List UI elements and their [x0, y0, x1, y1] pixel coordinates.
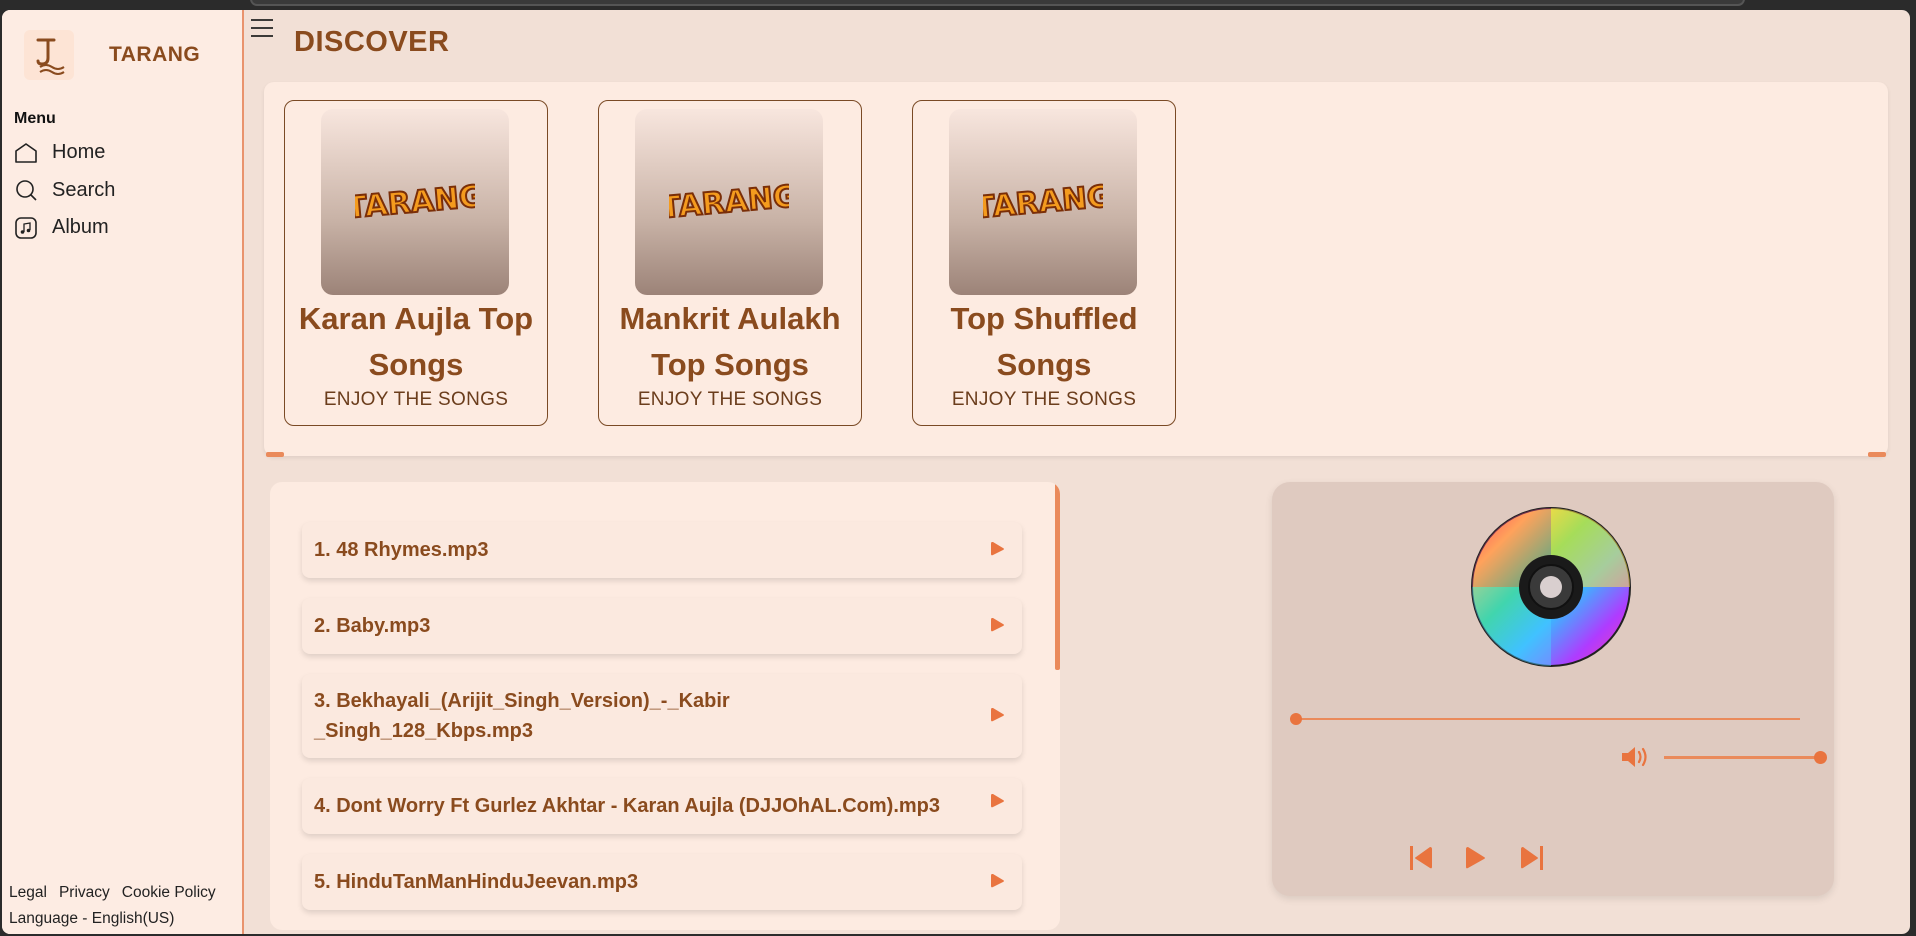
sidebar-item-album[interactable]: Album: [14, 209, 115, 247]
volume-handle[interactable]: [1814, 751, 1827, 764]
horizontal-scrollbar-right[interactable]: [1868, 452, 1886, 457]
song-item[interactable]: 2. Baby.mp3: [302, 598, 1022, 654]
svg-text:TARANG: TARANG: [669, 179, 789, 226]
legal-link[interactable]: Legal: [9, 884, 47, 901]
sidebar-footer: Legal Privacy Cookie Policy Language - Eng…: [9, 880, 228, 932]
svg-text:TARANG: TARANG: [355, 179, 475, 226]
song-item[interactable]: 4. Dont Worry Ft Gurlez Akhtar - Karan A…: [302, 778, 1022, 834]
volume-icon[interactable]: [1620, 744, 1650, 770]
song-list-scrollbar[interactable]: [1055, 482, 1060, 670]
sidebar-item-label: Home: [52, 141, 106, 164]
play-icon[interactable]: [988, 706, 1006, 724]
brand[interactable]: TARANG: [24, 30, 200, 80]
browser-top-strip: [0, 0, 1916, 10]
brand-name: TARANG: [109, 43, 201, 66]
horizontal-scrollbar-left[interactable]: [266, 452, 284, 457]
footer-links: Legal Privacy Cookie Policy: [9, 880, 228, 906]
sidebar-item-search[interactable]: Search: [14, 172, 115, 210]
volume-slider[interactable]: [1664, 756, 1822, 759]
play-icon[interactable]: [988, 616, 1006, 634]
playlist-card-top-shuffled[interactable]: TARANG Top Shuffled Songs ENJOY THE SONG…: [912, 100, 1176, 426]
playlist-subtitle: ENJOY THE SONGS: [637, 389, 823, 410]
sidebar-item-home[interactable]: Home: [14, 134, 115, 172]
play-icon[interactable]: [988, 872, 1006, 890]
hamburger-menu-icon[interactable]: [250, 16, 274, 45]
cd-disc-icon: [1471, 507, 1631, 667]
next-track-icon[interactable]: [1519, 844, 1545, 872]
playlist-title: Karan Aujla Top Songs: [298, 301, 534, 382]
play-pause-icon[interactable]: [1464, 844, 1488, 872]
sidebar-item-label: Album: [52, 216, 109, 239]
song-title: 4. Dont Worry Ft Gurlez Akhtar - Karan A…: [314, 795, 940, 817]
album-icon: [15, 216, 37, 239]
privacy-link[interactable]: Privacy: [59, 884, 110, 901]
playlist-cover-image: TARANG: [949, 109, 1137, 295]
sidebar: TARANG Menu Home Search Album Legal Priv…: [2, 10, 244, 934]
app-window: TARANG Menu Home Search Album Legal Priv…: [2, 10, 1910, 934]
sidebar-item-label: Search: [52, 178, 116, 201]
svg-text:TARANG: TARANG: [983, 179, 1103, 226]
playlist-subtitle: ENJOY THE SONGS: [323, 389, 509, 410]
playlist-cover-image: TARANG: [635, 109, 823, 295]
playlist-subtitle: ENJOY THE SONGS: [951, 389, 1137, 410]
cookie-policy-link[interactable]: Cookie Policy: [122, 884, 216, 901]
song-title: 3. Bekhayali_(Arijit_Singh_Version)_-_Ka…: [314, 690, 730, 742]
progress-handle[interactable]: [1290, 713, 1302, 725]
playlist-card-karan-aujla[interactable]: TARANG Karan Aujla Top Songs ENJOY THE S…: [284, 100, 548, 426]
playlists-panel: TARANG Karan Aujla Top Songs ENJOY THE S…: [264, 82, 1888, 457]
playlist-card-mankrit-aulakh[interactable]: TARANG Mankrit Aulakh Top Songs ENJOY TH…: [598, 100, 862, 426]
playlist-title: Top Shuffled Songs: [950, 301, 1138, 382]
song-list-panel: 1. 48 Rhymes.mp3 2. Baby.mp3 3. Bekhayal…: [270, 482, 1060, 930]
previous-track-icon[interactable]: [1408, 844, 1434, 872]
search-icon: [16, 180, 37, 201]
song-title: 1. 48 Rhymes.mp3: [314, 539, 489, 561]
play-icon[interactable]: [988, 792, 1006, 810]
song-item[interactable]: 5. HinduTanManHinduJeevan.mp3: [302, 854, 1022, 910]
progress-bar[interactable]: [1296, 718, 1800, 720]
play-icon[interactable]: [988, 540, 1006, 558]
page-title: DISCOVER: [294, 26, 450, 58]
home-icon: [15, 142, 37, 163]
music-note-logo-icon: [24, 30, 74, 80]
language-selector[interactable]: Language - English(US): [9, 906, 228, 932]
song-item[interactable]: 1. 48 Rhymes.mp3: [302, 522, 1022, 578]
playlist-cover-image: TARANG: [321, 109, 509, 295]
playlist-title: Mankrit Aulakh Top Songs: [619, 301, 841, 382]
song-title: 2. Baby.mp3: [314, 615, 431, 637]
music-player: [1272, 482, 1834, 896]
menu-title: Menu: [14, 110, 56, 127]
browser-url-bar[interactable]: [250, 0, 1745, 6]
sidebar-menu: Home Search Album: [14, 134, 115, 247]
song-title: 5. HinduTanManHinduJeevan.mp3: [314, 871, 639, 893]
song-item[interactable]: 3. Bekhayali_(Arijit_Singh_Version)_-_Ka…: [302, 674, 1022, 758]
